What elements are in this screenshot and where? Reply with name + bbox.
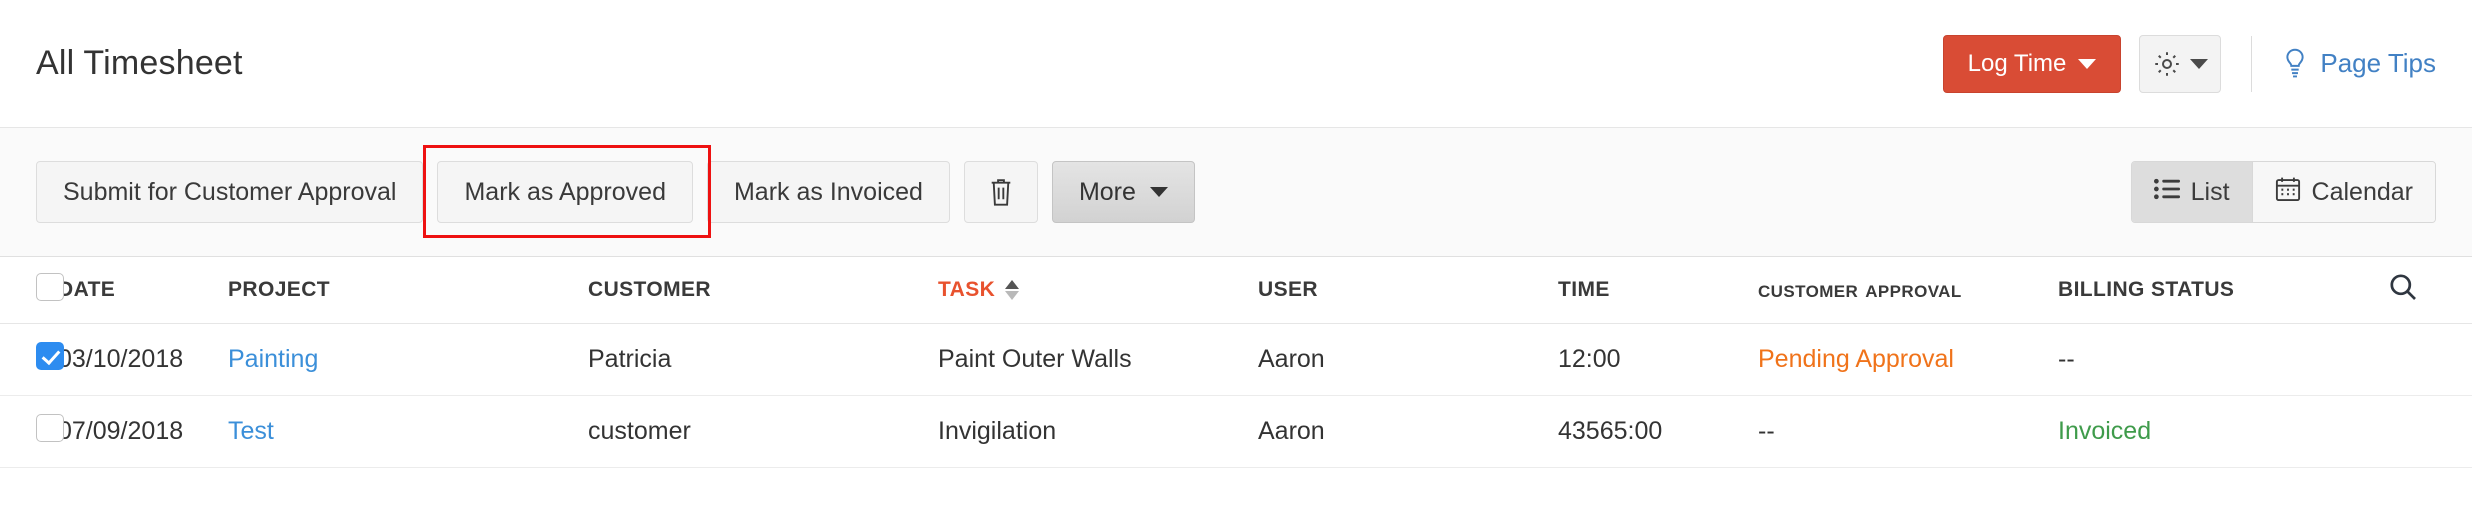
view-toggle-calendar-label: Calendar bbox=[2312, 178, 2413, 207]
view-toggle-group: List Calendar bbox=[2131, 161, 2436, 223]
column-header-search bbox=[2388, 257, 2472, 323]
cell-time: 43565:00 bbox=[1558, 395, 1758, 467]
cell-date: 07/09/2018 bbox=[58, 395, 228, 467]
log-time-label: Log Time bbox=[1968, 50, 2067, 78]
header-actions: Log Time Page Tips bbox=[1943, 0, 2436, 127]
project-link[interactable]: Test bbox=[228, 417, 274, 445]
settings-dropdown-button[interactable] bbox=[2139, 35, 2221, 93]
submit-for-customer-approval-label: Submit for Customer Approval bbox=[63, 178, 396, 207]
column-header-billing-status[interactable]: BILLING STATUS bbox=[2058, 257, 2388, 323]
table-body: 03/10/2018 Painting Patricia Paint Outer… bbox=[0, 323, 2472, 467]
log-time-button[interactable]: Log Time bbox=[1943, 35, 2122, 93]
cell-billing-status: -- bbox=[2058, 323, 2388, 395]
cell-user: Aaron bbox=[1258, 395, 1558, 467]
view-toggle-list[interactable]: List bbox=[2132, 162, 2252, 222]
row-select-cell bbox=[0, 323, 58, 395]
action-toolbar: Submit for Customer Approval Mark as App… bbox=[0, 128, 2472, 257]
page-tips-label: Page Tips bbox=[2320, 48, 2436, 79]
cell-task: Invigilation bbox=[938, 395, 1258, 467]
cell-billing-status: Invoiced bbox=[2058, 395, 2388, 467]
cell-row-actions bbox=[2388, 323, 2472, 395]
cell-date: 03/10/2018 bbox=[58, 323, 228, 395]
cell-project: Painting bbox=[228, 323, 588, 395]
column-header-customer[interactable]: CUSTOMER bbox=[588, 257, 938, 323]
delete-button[interactable] bbox=[964, 161, 1038, 223]
search-icon[interactable] bbox=[2388, 272, 2418, 308]
select-all-checkbox[interactable] bbox=[36, 273, 64, 301]
column-header-customer-label: CUSTOMER bbox=[588, 278, 711, 301]
column-header-date[interactable]: DATE bbox=[58, 257, 228, 323]
cell-task: Paint Outer Walls bbox=[938, 323, 1258, 395]
cell-user: Aaron bbox=[1258, 323, 1558, 395]
cell-customer-approval: -- bbox=[1758, 395, 2058, 467]
chevron-down-icon bbox=[2078, 59, 2096, 69]
cell-customer: customer bbox=[588, 395, 938, 467]
column-header-task-label: TASK bbox=[938, 278, 995, 302]
column-header-billing-status-label: BILLING STATUS bbox=[2058, 278, 2234, 301]
cell-time: 12:00 bbox=[1558, 323, 1758, 395]
view-segmented-control: List Calendar bbox=[2131, 161, 2436, 223]
mark-as-approved-label: Mark as Approved bbox=[464, 178, 666, 207]
view-toggle-calendar[interactable]: Calendar bbox=[2252, 162, 2435, 222]
table-row[interactable]: 03/10/2018 Painting Patricia Paint Outer… bbox=[0, 323, 2472, 395]
view-toggle-list-label: List bbox=[2191, 178, 2230, 207]
mark-as-invoiced-button[interactable]: Mark as Invoiced bbox=[707, 161, 950, 223]
header-divider bbox=[2251, 36, 2252, 92]
column-header-user[interactable]: USER bbox=[1258, 257, 1558, 323]
project-link[interactable]: Painting bbox=[228, 345, 318, 373]
column-header-user-label: USER bbox=[1258, 278, 1318, 301]
cell-customer-approval: Pending Approval bbox=[1758, 323, 2058, 395]
cell-row-actions bbox=[2388, 395, 2472, 467]
chevron-down-icon bbox=[2190, 59, 2208, 69]
column-header-time[interactable]: TIME bbox=[1558, 257, 1758, 323]
timesheet-table: DATE PROJECT CUSTOMER TASK USER TIM bbox=[0, 257, 2472, 468]
gear-icon bbox=[2152, 49, 2182, 79]
column-header-project[interactable]: PROJECT bbox=[228, 257, 588, 323]
chevron-down-icon bbox=[1150, 187, 1168, 197]
row-checkbox[interactable] bbox=[36, 342, 64, 370]
row-select-cell bbox=[0, 395, 58, 467]
lightbulb-icon bbox=[2282, 48, 2308, 80]
more-dropdown-button[interactable]: More bbox=[1052, 161, 1195, 223]
sort-arrows-icon[interactable] bbox=[1005, 280, 1019, 300]
table-header-row: DATE PROJECT CUSTOMER TASK USER TIM bbox=[0, 257, 2472, 323]
table-header: DATE PROJECT CUSTOMER TASK USER TIM bbox=[0, 257, 2472, 323]
list-icon bbox=[2154, 178, 2180, 207]
submit-for-customer-approval-button[interactable]: Submit for Customer Approval bbox=[36, 161, 423, 223]
page-tips-link[interactable]: Page Tips bbox=[2282, 48, 2436, 80]
column-header-project-label: PROJECT bbox=[228, 278, 330, 301]
cell-customer: Patricia bbox=[588, 323, 938, 395]
bulk-action-group: Submit for Customer Approval Mark as App… bbox=[36, 161, 1195, 223]
column-header-date-label: DATE bbox=[58, 278, 115, 301]
table-row[interactable]: 07/09/2018 Test customer Invigilation Aa… bbox=[0, 395, 2472, 467]
page-header: All Timesheet Log Time Page T bbox=[0, 0, 2472, 128]
page-title: All Timesheet bbox=[36, 44, 243, 83]
select-all-header bbox=[0, 257, 58, 323]
mark-as-approved-button[interactable]: Mark as Approved bbox=[437, 161, 693, 223]
column-header-customer-approval-label: Customer Approval bbox=[1758, 276, 1962, 303]
column-header-time-label: TIME bbox=[1558, 278, 1610, 301]
column-header-task[interactable]: TASK bbox=[938, 257, 1258, 323]
row-checkbox[interactable] bbox=[36, 414, 64, 442]
calendar-icon bbox=[2275, 176, 2301, 209]
trash-icon bbox=[987, 176, 1015, 208]
more-label: More bbox=[1079, 178, 1136, 207]
cell-project: Test bbox=[228, 395, 588, 467]
mark-as-invoiced-label: Mark as Invoiced bbox=[734, 178, 923, 207]
mark-as-approved-highlight-wrapper: Mark as Approved bbox=[437, 161, 693, 223]
column-header-customer-approval[interactable]: Customer Approval bbox=[1758, 257, 2058, 323]
